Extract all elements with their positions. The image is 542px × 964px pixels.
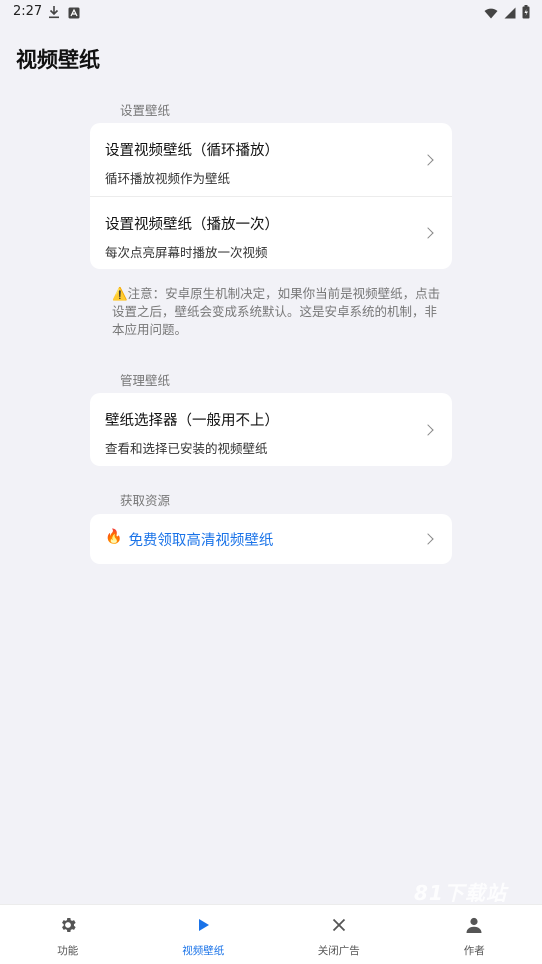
- set-wallpaper-once-item[interactable]: 设置视频壁纸（播放一次） 每次点亮屏幕时播放一次视频: [90, 196, 452, 269]
- row-title: 设置视频壁纸（循环播放）: [105, 139, 452, 160]
- nav-label: 功能: [57, 943, 78, 958]
- section-label-resources: 获取资源: [120, 490, 170, 509]
- nav-item-video-wallpaper[interactable]: 视频壁纸: [136, 905, 272, 964]
- status-time: 2:27: [13, 4, 42, 19]
- gear-icon: [58, 915, 78, 935]
- wallpaper-picker-item[interactable]: 壁纸选择器（一般用不上） 查看和选择已安装的视频壁纸: [90, 393, 452, 466]
- play-icon: [195, 915, 211, 935]
- page-title: 视频壁纸: [16, 44, 100, 74]
- chevron-right-icon: [422, 533, 433, 544]
- section-label-manage-wallpaper: 管理壁纸: [120, 370, 170, 389]
- nav-item-close-ads[interactable]: 关闭广告: [271, 905, 407, 964]
- wifi-icon: [484, 4, 498, 23]
- fire-icon: 🔥: [105, 529, 122, 545]
- row-title: 壁纸选择器（一般用不上）: [105, 409, 452, 430]
- download-icon: [48, 4, 60, 23]
- row-subtitle: 查看和选择已安装的视频壁纸: [105, 438, 452, 457]
- resources-card: 🔥 免费领取高清视频壁纸: [90, 514, 452, 564]
- row-subtitle: 循环播放视频作为壁纸: [105, 168, 452, 187]
- set-wallpaper-loop-item[interactable]: 设置视频壁纸（循环播放） 循环播放视频作为壁纸: [90, 123, 452, 196]
- signal-icon: [504, 4, 516, 23]
- row-title: 设置视频壁纸（播放一次）: [105, 213, 452, 234]
- set-wallpaper-card: 设置视频壁纸（循环播放） 循环播放视频作为壁纸 设置视频壁纸（播放一次） 每次点…: [90, 123, 452, 269]
- nav-label: 关闭广告: [318, 943, 360, 958]
- watermark: 81下载站: [414, 877, 507, 906]
- person-icon: [465, 915, 483, 935]
- free-wallpaper-link-text: 免费领取高清视频壁纸: [128, 529, 273, 550]
- warning-notice: ⚠️注意：安卓原生机制决定，如果你当前是视频壁纸，点击设置之后，壁纸会变成系统默…: [112, 285, 444, 339]
- nav-label: 视频壁纸: [182, 943, 224, 958]
- status-bar: 2:27: [0, 0, 542, 24]
- row-subtitle: 每次点亮屏幕时播放一次视频: [105, 242, 452, 261]
- manage-wallpaper-card: 壁纸选择器（一般用不上） 查看和选择已安装的视频壁纸: [90, 393, 452, 466]
- status-left-icons: [48, 4, 80, 23]
- app-notification-icon: [68, 4, 80, 23]
- nav-label: 作者: [464, 943, 485, 958]
- nav-item-author[interactable]: 作者: [407, 905, 542, 964]
- free-wallpaper-link[interactable]: 🔥 免费领取高清视频壁纸: [90, 514, 452, 564]
- close-icon: [331, 915, 347, 935]
- nav-item-features[interactable]: 功能: [0, 905, 136, 964]
- section-label-set-wallpaper: 设置壁纸: [120, 100, 170, 119]
- battery-icon: [522, 4, 530, 23]
- bottom-nav: 功能 视频壁纸 关闭广告 作者: [0, 904, 542, 964]
- status-right-icons: [484, 4, 530, 23]
